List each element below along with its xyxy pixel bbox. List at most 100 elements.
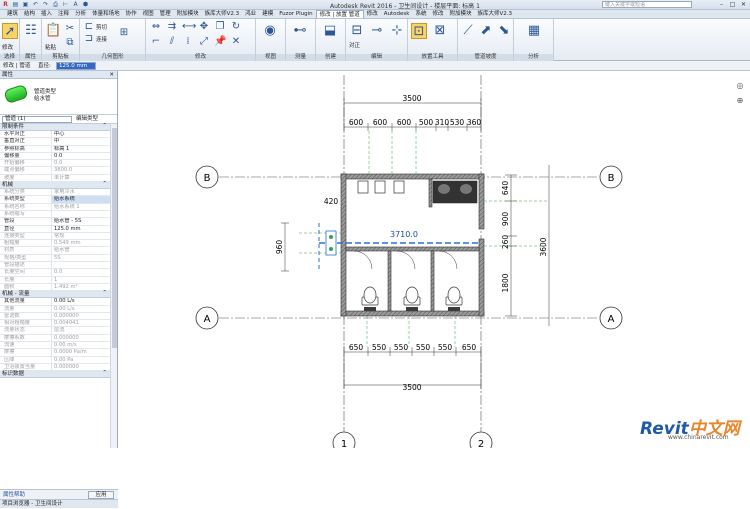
property-row[interactable]: 粗糙度 0.549 mm [0,240,110,248]
down-slope-icon[interactable]: ⬊ [496,23,512,39]
move-icon[interactable]: ✥ [198,21,210,33]
align-icon[interactable]: ⇔ [150,21,162,33]
property-row[interactable]: 管段 给水管 - 5S [0,218,110,226]
3d-view-icon[interactable]: ⬢ [82,1,89,8]
ribbon-tab[interactable]: 族库大师V2.3 [202,10,243,18]
property-value[interactable]: 0.00 L/s [52,306,110,312]
property-row[interactable]: 水平对正 中心 [0,131,110,139]
connect-into-icon[interactable]: ⊸ [369,23,385,39]
property-row[interactable]: 开始偏移 0.0 [0,160,110,168]
property-category[interactable]: 机械 - 流量 [0,290,110,299]
maximize-icon[interactable]: □ [728,1,737,8]
measure-tool-icon[interactable]: ⊷ [292,23,308,39]
wall-fixture[interactable] [325,230,337,256]
property-category[interactable]: 标识数据 [0,370,110,379]
property-value[interactable]: 5S [52,255,110,261]
property-value[interactable]: 给水系统 1 [52,204,110,210]
measure-icon[interactable]: ⊢ [62,1,69,8]
property-value[interactable]: 未计算 [52,175,110,181]
property-value[interactable]: 0.549 mm [52,240,110,246]
property-value[interactable]: 给水系统 [52,196,110,203]
ribbon-tab[interactable]: 注释 [55,10,72,18]
property-value[interactable] [52,262,110,268]
ribbon-tab[interactable]: 修改 | 放置 管道 [315,10,364,18]
close-icon[interactable]: ✕ [739,1,748,8]
property-value[interactable]: 家用冷水 [52,189,110,195]
property-value[interactable]: 给水管 - 5S [52,218,110,224]
ribbon-tab[interactable]: 修改 [364,10,381,18]
property-value[interactable]: 0.000000 [52,364,110,370]
view-icon[interactable]: ◉ [262,23,278,39]
property-value[interactable]: 0.0 [52,269,110,275]
minimize-icon[interactable]: – [717,1,726,8]
property-value[interactable]: 中 [52,138,110,144]
property-row[interactable]: 偏移量 0.0 [0,152,110,161]
grid-bubble-2[interactable]: 2 [469,431,493,448]
property-row[interactable]: 坡度 未计算 [0,174,110,183]
no-slope-icon[interactable]: ⟋ [460,23,476,39]
auto-connect-icon[interactable]: ⊡ [411,23,427,39]
mirror-icon[interactable]: ⟷ [182,21,196,33]
property-row[interactable]: 流量 0.00 L/s [0,305,110,313]
scale-icon[interactable]: ⤢ [198,36,210,48]
redo-icon[interactable]: ↷ [42,1,49,8]
ribbon-tab[interactable]: 族库大师V2.3 [475,10,516,18]
rotate-icon[interactable]: ↻ [230,21,242,33]
ribbon-tab[interactable]: 管理 [157,10,174,18]
ribbon-tab[interactable]: Autodesk [381,10,413,18]
property-value[interactable]: 0.0 [52,153,110,159]
type-selector[interactable]: 管道类型 给水管 [0,79,117,115]
ribbon-tab[interactable]: 插入 [38,10,55,18]
ribbon-tab[interactable]: 结构 [21,10,38,18]
undo-icon[interactable]: ↶ [32,1,39,8]
property-value[interactable]: 0.00 m/s [52,342,110,348]
offset-icon[interactable]: ⇉ [166,21,178,33]
property-value[interactable]: 常规 [52,233,110,239]
print-icon[interactable]: ⎙ [52,1,59,8]
steering-wheel-icon[interactable]: ◎ [734,80,746,92]
cut-icon[interactable]: ✂ [64,23,76,35]
save-icon[interactable]: ▣ [22,1,29,8]
ribbon-tab[interactable]: 协作 [123,10,140,18]
property-row[interactable]: 其他流量 0.00 L/s [0,298,110,306]
inherit-elevation-icon[interactable]: ⊠ [432,23,448,39]
ribbon-tab[interactable]: 鸿业 [242,10,259,18]
property-value[interactable]: 1.492 m² [52,284,110,290]
property-row[interactable]: 参照标高 标高 1 [0,145,110,153]
ribbon-tab[interactable]: 附加模块 [447,10,475,18]
property-row[interactable]: 系统缩写 [0,210,110,219]
wall-join-icon[interactable]: ⊞ [118,27,130,39]
property-value[interactable]: 中心 [52,131,110,137]
property-value[interactable]: 3800.0 [52,167,110,173]
copy-element-icon[interactable]: ❐ [214,21,226,33]
apply-button[interactable]: 应用 [88,491,114,499]
diameter-field[interactable]: 125.0 mm [56,62,96,70]
close-palette-icon[interactable]: ✕ [109,71,114,79]
property-row[interactable]: 系统名称 给水系统 1 [0,203,110,211]
grid-bubble-1[interactable]: 1 [332,431,356,448]
ribbon-tab[interactable]: 视图 [140,10,157,18]
property-value[interactable]: 1 [52,277,110,283]
edit-type-button[interactable]: 编辑类型 [76,115,98,124]
revit-logo-icon[interactable]: R [2,1,9,8]
split-icon[interactable]: ⫽ [166,36,178,48]
property-row[interactable]: 端点偏移 3800.0 [0,167,110,175]
property-row[interactable]: 摩擦系数 0.000000 [0,334,110,343]
property-row[interactable]: 系统类型 给水系统 [0,196,110,204]
instance-filter-dropdown[interactable]: 管道 (1) [2,116,72,123]
property-row[interactable]: 流量状态 层流 [0,327,110,335]
ribbon-tab[interactable]: 附加模块 [174,10,202,18]
search-input[interactable]: 键入关键字或短语 [602,1,692,8]
zoom-icon[interactable]: ⊕ [734,95,746,107]
property-row[interactable]: 连接类型 常规 [0,232,110,241]
text-icon[interactable]: A [72,1,79,8]
property-value[interactable]: 给水管 [52,247,110,253]
property-row[interactable]: 流速 0.00 m/s [0,342,110,350]
property-value[interactable]: 0.00 L/s [52,298,110,304]
property-value[interactable]: 0.000000 [52,313,110,319]
property-value[interactable]: 125.0 mm [52,226,110,232]
property-value[interactable]: 标高 1 [52,146,110,152]
properties-scrollbar[interactable] [110,124,117,448]
property-row[interactable]: 压降 0.00 Pa [0,356,110,364]
property-category[interactable]: 机械 [0,181,110,190]
